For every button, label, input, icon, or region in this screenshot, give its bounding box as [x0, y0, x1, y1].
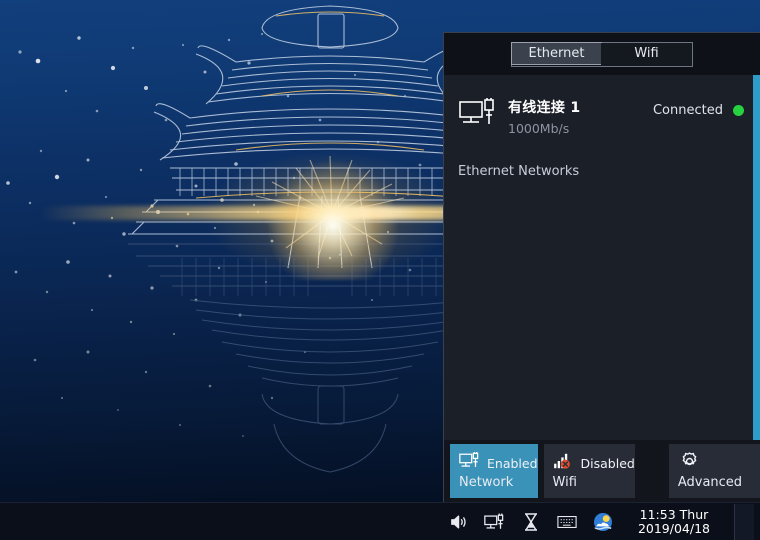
connection-speed: 1000Mb/s: [508, 121, 570, 136]
wifi-button-top: Disabled: [553, 451, 635, 475]
panel-tab-bar: Ethernet Wifi: [444, 33, 760, 75]
connection-row[interactable]: 有线连接 1 1000Mb/s Connected: [444, 75, 760, 136]
connection-name: 有线连接 1: [508, 100, 581, 116]
advanced-settings-button[interactable]: Advanced: [668, 444, 760, 498]
volume-icon[interactable]: [448, 510, 470, 534]
connection-status-label: Connected: [652, 103, 723, 118]
panel-scrollbar[interactable]: [753, 75, 760, 440]
wifi-state-label: Disabled: [580, 455, 635, 471]
wired-network-icon: [458, 97, 504, 136]
network-button-label: Network: [459, 475, 514, 490]
wifi-button-label: Wifi: [552, 475, 577, 490]
advanced-button-label: Advanced: [677, 475, 743, 490]
network-button-top: Enabled: [459, 451, 538, 475]
weather-icon[interactable]: [592, 510, 614, 534]
tab-wifi[interactable]: Wifi: [601, 42, 692, 66]
wifi-disabled-icon: [553, 452, 575, 474]
hourglass-icon[interactable]: [520, 510, 542, 534]
scrollbar-thumb[interactable]: [753, 75, 760, 440]
clock-time: 11:53 Thur: [639, 506, 709, 522]
status-dot-green: [733, 105, 744, 116]
taskbar: 11:53 Thur 2019/04/18: [0, 502, 760, 540]
panel-action-bar: Enabled Network Disabled Wifi Advanced: [444, 440, 760, 502]
clock-date: 2019/04/18: [637, 520, 710, 536]
keyboard-icon[interactable]: [556, 510, 578, 534]
connection-status: Connected: [653, 103, 744, 130]
network-toggle-button[interactable]: Enabled Network: [450, 444, 538, 498]
ethernet-networks-label: Ethernet Networks: [458, 164, 580, 179]
tab-ethernet[interactable]: Ethernet: [511, 41, 602, 65]
connection-info: 有线连接 1 1000Mb/s: [504, 97, 653, 136]
show-desktop-button[interactable]: [734, 503, 754, 540]
desktop-screen: Ethernet Wifi 有线连接 1 1000Mb/s Connected …: [0, 0, 760, 540]
wired-network-icon: [459, 451, 481, 474]
advanced-button-top: [678, 451, 760, 475]
system-tray: 11:53 Thur 2019/04/18: [448, 503, 760, 540]
network-state-label: Enabled: [487, 455, 538, 471]
network-icon[interactable]: [484, 510, 506, 534]
clock-widget[interactable]: 11:53 Thur 2019/04/18: [628, 506, 718, 536]
panel-content: 有线连接 1 1000Mb/s Connected Ethernet Netwo…: [444, 75, 760, 440]
tab-group: Ethernet Wifi: [511, 41, 693, 67]
gear-icon: [678, 450, 701, 477]
network-panel: Ethernet Wifi 有线连接 1 1000Mb/s Connected …: [443, 32, 760, 502]
wifi-toggle-button[interactable]: Disabled Wifi: [543, 444, 635, 498]
